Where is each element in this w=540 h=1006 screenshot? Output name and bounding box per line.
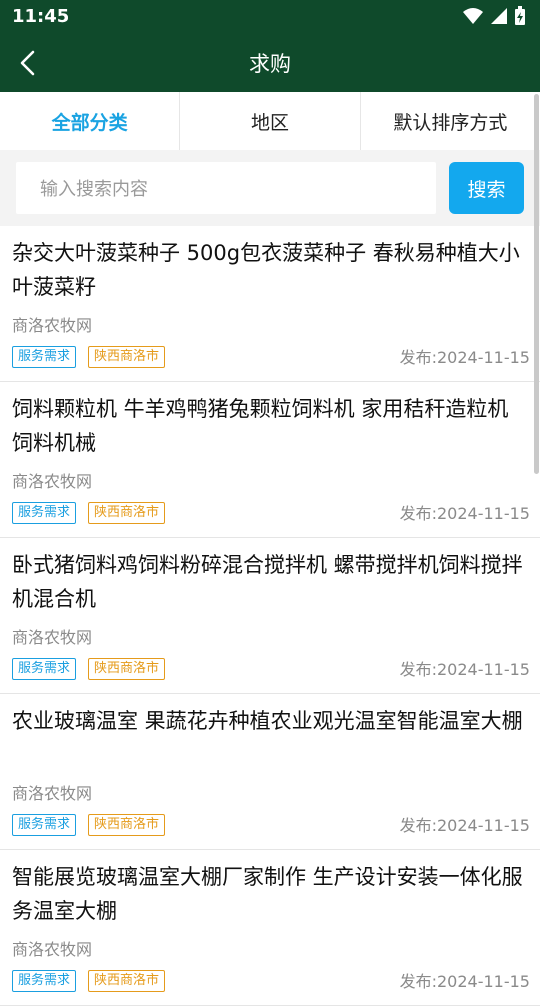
item-source: 商洛农牧网 [12, 472, 93, 491]
scrollbar[interactable] [534, 94, 539, 474]
item-title: 卧式猪饲料鸡饲料粉碎混合搅拌机 螺带搅拌机饲料搅拌机混合机 [12, 553, 523, 611]
search-input[interactable]: 输入搜索内容 [16, 162, 436, 214]
item-title: 杂交大叶菠菜种子 500g包衣菠菜种子 春秋易种植大小叶菠菜籽 [12, 241, 520, 299]
filter-category[interactable]: 全部分类 [0, 92, 181, 150]
search-row: 输入搜索内容 搜索 [0, 150, 540, 226]
app-bar: 求购 [0, 34, 540, 92]
item-date: 发布:2024-11-15 [399, 816, 530, 835]
status-bar: 11:45 [0, 0, 540, 34]
item-date: 发布:2024-11-15 [399, 504, 530, 523]
item-tags: 服务需求 陕西商洛市 [12, 346, 166, 368]
tag-service: 服务需求 [12, 814, 77, 836]
tag-location: 陕西商洛市 [88, 346, 166, 368]
item-date: 发布:2024-11-15 [399, 348, 530, 367]
status-time: 11:45 [12, 6, 70, 27]
filter-region[interactable]: 地区 [180, 92, 361, 150]
filter-sort[interactable]: 默认排序方式 [361, 92, 540, 150]
wifi-icon [463, 8, 483, 24]
item-tags: 服务需求 陕西商洛市 [12, 502, 166, 524]
list-item[interactable]: 卧式猪饲料鸡饲料粉碎混合搅拌机 螺带搅拌机饲料搅拌机混合机 商洛农牧网 服务需求… [0, 538, 540, 694]
page-title: 求购 [249, 52, 291, 76]
search-button[interactable]: 搜索 [449, 162, 524, 214]
tag-location: 陕西商洛市 [88, 970, 166, 992]
item-date: 发布:2024-11-15 [399, 660, 530, 679]
item-title: 农业玻璃温室 果蔬花卉种植农业观光温室智能温室大棚 [12, 709, 523, 733]
tag-service: 服务需求 [12, 346, 77, 368]
item-source: 商洛农牧网 [12, 784, 93, 803]
item-source: 商洛农牧网 [12, 940, 93, 959]
list-item[interactable]: 农业玻璃温室 果蔬花卉种植农业观光温室智能温室大棚 商洛农牧网 服务需求 陕西商… [0, 694, 540, 850]
status-icons [462, 6, 526, 26]
item-tags: 服务需求 陕西商洛市 [12, 814, 166, 836]
item-date: 发布:2024-11-15 [399, 972, 530, 991]
tag-location: 陕西商洛市 [88, 814, 166, 836]
item-source: 商洛农牧网 [12, 628, 93, 647]
item-title: 饲料颗粒机 牛羊鸡鸭猪兔颗粒饲料机 家用秸秆造粒机 饲料机械 [12, 397, 509, 455]
tag-service: 服务需求 [12, 970, 77, 992]
item-title: 智能展览玻璃温室大棚厂家制作 生产设计安装一体化服务温室大棚 [12, 865, 523, 923]
purchase-list: 杂交大叶菠菜种子 500g包衣菠菜种子 春秋易种植大小叶菠菜籽 商洛农牧网 服务… [0, 226, 540, 1006]
list-item[interactable]: 饲料颗粒机 牛羊鸡鸭猪兔颗粒饲料机 家用秸秆造粒机 饲料机械 商洛农牧网 服务需… [0, 382, 540, 538]
tag-service: 服务需求 [12, 502, 77, 524]
item-tags: 服务需求 陕西商洛市 [12, 658, 166, 680]
item-source: 商洛农牧网 [12, 316, 93, 335]
tag-location: 陕西商洛市 [88, 658, 166, 680]
filter-bar: 全部分类 地区 默认排序方式 [0, 92, 540, 150]
list-item[interactable]: 杂交大叶菠菜种子 500g包衣菠菜种子 春秋易种植大小叶菠菜籽 商洛农牧网 服务… [0, 226, 540, 382]
item-tags: 服务需求 陕西商洛市 [12, 970, 166, 992]
tag-location: 陕西商洛市 [88, 502, 166, 524]
tag-service: 服务需求 [12, 658, 77, 680]
list-item[interactable]: 智能展览玻璃温室大棚厂家制作 生产设计安装一体化服务温室大棚 商洛农牧网 服务需… [0, 850, 540, 1006]
battery-icon [515, 6, 525, 25]
signal-icon [491, 8, 507, 24]
